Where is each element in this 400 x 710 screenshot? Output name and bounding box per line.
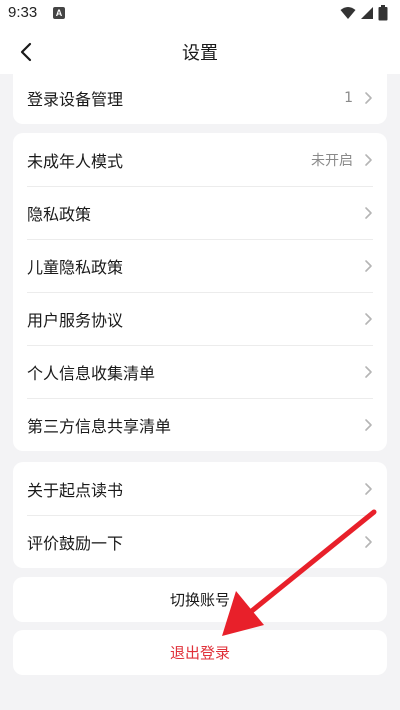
device-card: 登录设备管理 1 bbox=[13, 74, 387, 124]
battery-icon bbox=[378, 5, 388, 21]
chevron-right-icon bbox=[365, 206, 372, 219]
chevron-right-icon bbox=[365, 92, 372, 104]
chevron-right-icon bbox=[365, 153, 372, 166]
page-title: 设置 bbox=[182, 43, 218, 64]
logout-button[interactable]: 退出登录 bbox=[13, 630, 387, 675]
row-label: 隐私政策 bbox=[27, 204, 92, 224]
logout-card: 退出登录 bbox=[13, 630, 387, 675]
chevron-right-icon bbox=[365, 259, 372, 272]
list-item-personal-info-list[interactable]: 个人信息收集清单 bbox=[13, 345, 387, 398]
switch-account-button[interactable]: 切换账号 bbox=[13, 577, 387, 622]
list-item-about[interactable]: 关于起点读书 bbox=[13, 462, 387, 515]
row-label: 儿童隐私政策 bbox=[27, 257, 124, 277]
list-item-child-privacy-policy[interactable]: 儿童隐私政策 bbox=[13, 239, 387, 292]
status-bar: 9:33 A bbox=[0, 0, 400, 28]
list-item-user-agreement[interactable]: 用户服务协议 bbox=[13, 292, 387, 345]
switch-account-card: 切换账号 bbox=[13, 577, 387, 622]
status-time: 9:33 bbox=[8, 4, 38, 21]
chevron-right-icon bbox=[365, 535, 372, 548]
settings-group-about: 关于起点读书 评价鼓励一下 bbox=[13, 462, 387, 568]
status-icons bbox=[340, 5, 388, 21]
row-label: 登录设备管理 bbox=[27, 90, 124, 109]
device-management-row[interactable]: 登录设备管理 1 bbox=[13, 74, 387, 122]
list-item-rate-app[interactable]: 评价鼓励一下 bbox=[13, 515, 387, 568]
chevron-right-icon bbox=[365, 418, 372, 431]
wifi-icon bbox=[340, 7, 356, 19]
row-label: 用户服务协议 bbox=[27, 310, 124, 330]
chevron-right-icon bbox=[365, 312, 372, 325]
list-item-third-party-sharing[interactable]: 第三方信息共享清单 bbox=[13, 398, 387, 451]
row-label: 关于起点读书 bbox=[27, 480, 124, 500]
list-item-privacy-policy[interactable]: 隐私政策 bbox=[13, 186, 387, 239]
device-count: 1 bbox=[344, 90, 353, 106]
signal-icon bbox=[361, 7, 373, 19]
row-label: 评价鼓励一下 bbox=[27, 533, 124, 553]
chevron-right-icon bbox=[365, 482, 372, 495]
switch-account-label: 切换账号 bbox=[169, 591, 230, 609]
chevron-right-icon bbox=[365, 365, 372, 378]
row-label: 未成年人模式 bbox=[27, 151, 124, 171]
header: 设置 bbox=[0, 28, 400, 74]
row-label: 第三方信息共享清单 bbox=[27, 416, 172, 436]
settings-group-privacy: 未成年人模式 未开启 隐私政策 儿童隐私政策 用户服务协议 个人信息收集清单 第… bbox=[13, 133, 387, 451]
row-value: 未开启 bbox=[311, 152, 353, 169]
logout-label: 退出登录 bbox=[169, 644, 230, 662]
list-item-minor-mode[interactable]: 未成年人模式 未开启 bbox=[13, 133, 387, 186]
notification-icon: A bbox=[53, 7, 65, 19]
row-label: 个人信息收集清单 bbox=[27, 363, 156, 383]
